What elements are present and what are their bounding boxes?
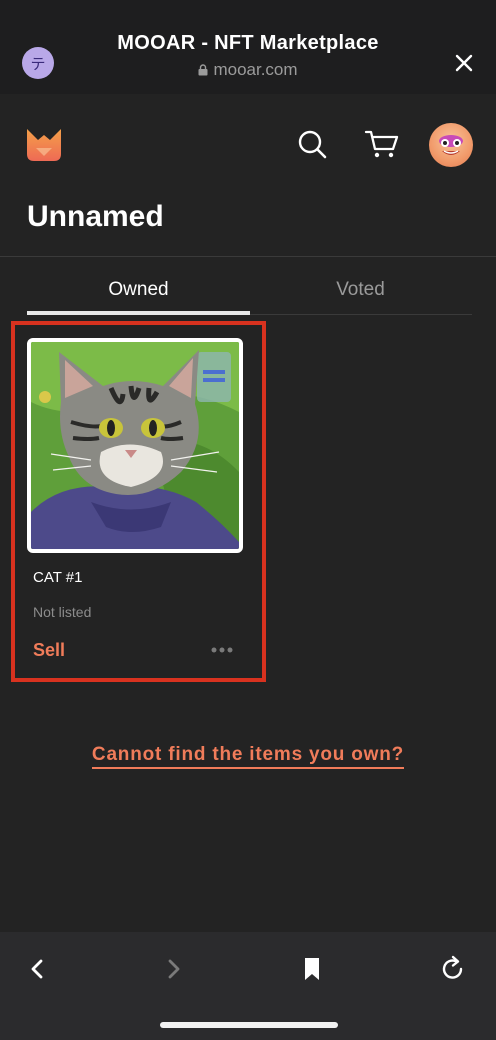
browser-url[interactable]: mooar.com xyxy=(0,60,496,80)
close-icon[interactable] xyxy=(450,49,478,77)
cannot-find-items-link[interactable]: Cannot find the items you own? xyxy=(91,744,405,769)
forward-arrow-icon[interactable] xyxy=(158,954,188,984)
tab-voted[interactable]: Voted xyxy=(249,279,472,301)
active-tab-indicator xyxy=(27,311,250,315)
divider xyxy=(0,256,496,257)
mooar-logo-icon[interactable] xyxy=(26,126,62,162)
cart-icon[interactable] xyxy=(364,128,400,160)
listing-status: Not listed xyxy=(33,604,92,620)
browser-top-bar: テ MOOAR - NFT Marketplace mooar.com xyxy=(0,0,496,94)
nft-card[interactable]: CAT #1 Not listed Sell xyxy=(27,338,243,670)
reload-icon[interactable] xyxy=(438,954,468,984)
avatar-face-icon xyxy=(439,135,463,155)
avatar[interactable] xyxy=(429,123,473,167)
sell-button[interactable]: Sell xyxy=(33,640,65,661)
bookmark-icon[interactable] xyxy=(297,954,327,984)
tab-owned[interactable]: Owned xyxy=(27,279,250,301)
search-icon[interactable] xyxy=(296,128,328,160)
cat-portrait-image xyxy=(31,342,239,549)
home-indicator[interactable] xyxy=(160,1022,338,1028)
url-text: mooar.com xyxy=(213,60,298,79)
nft-image[interactable] xyxy=(27,338,243,553)
page-title: Unnamed xyxy=(27,200,164,233)
back-arrow-icon[interactable] xyxy=(23,954,53,984)
browser-page-title: MOOAR - NFT Marketplace xyxy=(117,32,379,54)
lock-icon xyxy=(198,64,208,76)
help-link-container: Cannot find the items you own? xyxy=(0,744,496,769)
more-options-icon[interactable] xyxy=(210,646,234,654)
nft-name: CAT #1 xyxy=(33,569,83,586)
tab-divider xyxy=(250,314,472,315)
